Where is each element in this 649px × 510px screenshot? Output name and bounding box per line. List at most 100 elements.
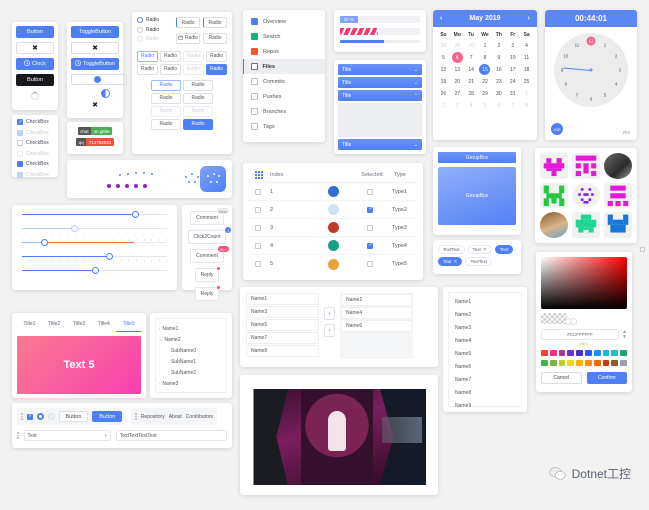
icon-button[interactable]: ✖ [16, 42, 54, 54]
table-row[interactable]: 2 Type2 [248, 201, 418, 219]
color-swatch[interactable] [541, 350, 548, 356]
pixel-green-avatar[interactable] [540, 182, 568, 209]
drag-grip-icon[interactable] [17, 432, 19, 439]
calendar-day[interactable]: 9 [492, 52, 505, 63]
radio-pill[interactable]: Radio [206, 50, 227, 62]
reply-button[interactable]: Reply [194, 287, 220, 301]
list-item[interactable]: Name1 [449, 295, 521, 308]
list-item[interactable]: Name7 [246, 332, 319, 344]
grid-grip-icon[interactable] [248, 171, 270, 179]
menu-item-repos[interactable]: Repos [243, 44, 325, 59]
menu-item-commits[interactable]: Commits [243, 74, 325, 89]
list-item[interactable]: Name1 [246, 293, 319, 305]
color-swatch[interactable] [593, 350, 601, 356]
color-swatch[interactable] [611, 350, 619, 356]
tab-title2[interactable]: Title2 [42, 318, 67, 332]
color-swatch[interactable] [620, 360, 627, 366]
tab-title5[interactable]: Title5 [116, 318, 141, 332]
checkbox-row[interactable]: CheckBox [17, 161, 53, 167]
cancel-button[interactable]: Cancel [541, 372, 582, 384]
menu-item-search[interactable]: Search [243, 29, 325, 44]
chip-closable[interactable]: Text ✕ [467, 245, 492, 254]
checkbox-row[interactable]: CheckBox [17, 119, 53, 125]
album-cover-image[interactable] [246, 381, 432, 489]
calendar-day[interactable]: 22 [479, 76, 492, 87]
calendar-day[interactable]: 29 [451, 40, 464, 51]
primary-button[interactable]: Button [16, 26, 54, 38]
pm-button[interactable]: Pm [623, 130, 630, 135]
calendar-day[interactable]: 3 [506, 40, 519, 51]
pixel-heart-avatar[interactable] [540, 153, 568, 179]
drag-grip-icon[interactable] [135, 413, 137, 420]
radio-pill[interactable]: Radio [151, 118, 181, 130]
color-swatch[interactable] [558, 350, 566, 356]
row-selected-checkbox[interactable] [367, 188, 373, 195]
pixel-dots-avatar[interactable] [572, 182, 600, 209]
am-button[interactable]: Am [551, 123, 563, 135]
qq-shield-badge[interactable]: qq 714794041 [76, 138, 114, 146]
color-swatch[interactable] [602, 350, 610, 356]
calendar-day[interactable]: 21 [465, 76, 478, 87]
clock-hour[interactable]: 8 [565, 82, 568, 87]
accordion-header-expanded[interactable]: Title ⌃ [338, 90, 422, 101]
combobox[interactable]: Text ▾ [23, 430, 111, 441]
calendar-day[interactable]: 2 [437, 100, 450, 111]
accordion-header[interactable]: Title ⌄ [338, 64, 422, 75]
calendar-day[interactable]: 11 [520, 52, 533, 63]
row-selected-checkbox[interactable] [367, 224, 373, 231]
calendar-day[interactable]: 31 [506, 88, 519, 99]
slider-thumb[interactable] [132, 211, 140, 218]
list-item[interactable]: Name6 [449, 360, 521, 373]
photo-landscape-avatar[interactable] [540, 212, 568, 238]
clock-hour[interactable]: 7 [576, 93, 579, 98]
toolbar-radio-on[interactable] [36, 413, 44, 420]
slider[interactable] [22, 211, 167, 218]
color-swatch[interactable] [611, 360, 619, 366]
slider-thumb[interactable] [71, 225, 79, 232]
clock-hour[interactable]: 1 [604, 42, 607, 47]
calendar-day[interactable]: 18 [520, 64, 533, 75]
chip-active[interactable]: Text [494, 245, 514, 254]
list-item[interactable]: Name5 [449, 347, 521, 360]
gitter-shield-badge[interactable]: chat on gitter [77, 127, 113, 135]
saturation-value-area[interactable] [541, 257, 627, 309]
radio-row[interactable]: Radio [137, 17, 171, 23]
chip-active-closable[interactable]: Text ✕ [438, 257, 463, 266]
confirm-button[interactable]: Confirm [586, 372, 627, 384]
column-header-selected[interactable]: Selected [350, 172, 394, 178]
color-swatch[interactable] [567, 360, 575, 366]
checkbox-row[interactable]: CheckBox [17, 129, 53, 136]
radio-pill[interactable]: Radio [176, 17, 200, 28]
close-icon[interactable]: ✕ [453, 259, 457, 265]
text-input[interactable]: TextTextTextText [115, 430, 227, 441]
checkbox-row[interactable]: CheckBox [17, 140, 53, 146]
calendar-day[interactable]: 4 [520, 40, 533, 51]
menu-item-overview[interactable]: Overview [243, 14, 325, 29]
row-checkbox[interactable] [255, 224, 261, 231]
radio-pill[interactable]: Radio [160, 63, 181, 75]
clock-dial[interactable]: 12 1 2 3 4 5 6 7 8 9 10 11 [554, 33, 628, 107]
chevron-down-icon[interactable]: ⌄ [159, 337, 162, 342]
accordion-header[interactable]: Title ⌄ [338, 77, 422, 88]
chip[interactable]: TextText [438, 245, 465, 254]
pixel-invader-avatar[interactable] [572, 212, 600, 238]
color-swatch[interactable] [576, 360, 583, 366]
radio-pill[interactable]: Radio [151, 92, 181, 104]
list-item[interactable]: Name8 [449, 386, 521, 399]
menu-item-branches[interactable]: Branches [243, 104, 325, 119]
color-swatch[interactable] [593, 360, 601, 366]
column-header-type[interactable]: Type [394, 172, 418, 178]
pixel-blocks-avatar[interactable] [572, 153, 600, 179]
calendar-day[interactable]: 19 [437, 76, 450, 87]
checkbox-input[interactable] [17, 119, 23, 125]
color-swatch[interactable] [567, 350, 575, 356]
menu-item-about[interactable]: About [169, 414, 182, 420]
tree-subnode[interactable]: SubName1 [159, 356, 223, 367]
calendar-day[interactable]: 7 [465, 52, 478, 63]
menu-item-contributors[interactable]: Contributors [186, 414, 213, 420]
table-row[interactable]: 1 Type1 [248, 183, 418, 201]
list-item[interactable]: Name4 [341, 307, 412, 319]
accordion-header[interactable]: Title ⌄ [338, 139, 422, 150]
tree-subnode[interactable]: SubName2 [159, 367, 223, 378]
color-swatch[interactable] [541, 360, 548, 366]
